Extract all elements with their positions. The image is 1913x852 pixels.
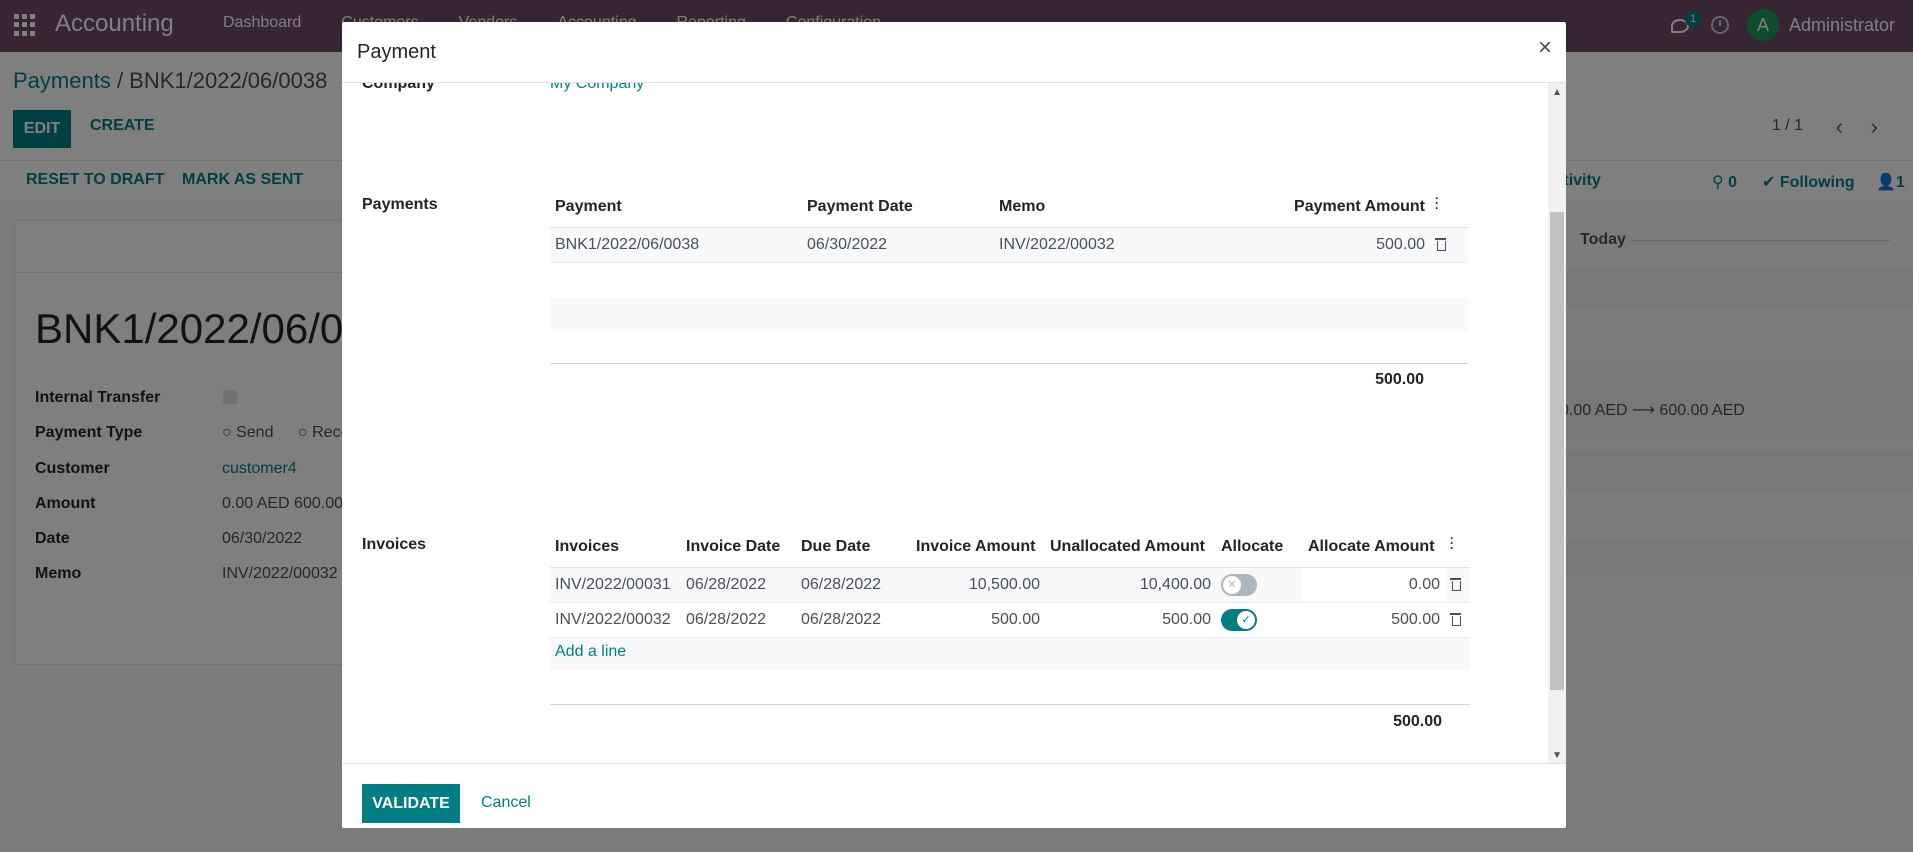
cancel-button[interactable]: Cancel: [481, 794, 531, 812]
allocate-amount-cell[interactable]: 0.00: [1303, 567, 1445, 603]
invoices-col-invoice[interactable]: Invoices: [550, 527, 681, 568]
invoices-col-due-date[interactable]: Due Date: [796, 527, 911, 568]
invoice-date-cell[interactable]: 06/28/2022: [681, 602, 796, 638]
payments-table: Payment Payment Date Memo Payment Amount…: [550, 187, 1468, 263]
unallocated-amount-cell[interactable]: 500.00: [1045, 602, 1216, 638]
invoices-col-allocate[interactable]: Allocate: [1216, 527, 1303, 568]
invoices-col-invoice-date[interactable]: Invoice Date: [681, 527, 796, 568]
invoices-table: Invoices Invoice Date Due Date Invoice A…: [550, 527, 1470, 638]
add-a-line-link[interactable]: Add a line: [555, 643, 626, 661]
invoice-amount-cell[interactable]: 10,500.00: [911, 567, 1045, 603]
checkmark-icon: ✓: [1237, 610, 1255, 629]
scrollbar[interactable]: ▲ ▼: [1548, 83, 1566, 763]
payment-amount-cell[interactable]: 500.00: [1226, 227, 1430, 263]
invoices-total: 500.00: [1393, 713, 1442, 730]
add-line-row: [550, 638, 1470, 670]
invoice-cell[interactable]: INV/2022/00032: [550, 602, 681, 638]
table-row[interactable]: BNK1/2022/06/0038 06/30/2022 INV/2022/00…: [550, 227, 1468, 263]
payments-header-row: Payment Payment Date Memo Payment Amount…: [550, 187, 1468, 228]
dialog-title: Payment: [357, 41, 436, 63]
invoice-cell[interactable]: INV/2022/00031: [550, 567, 681, 603]
payments-label: Payments: [362, 196, 438, 213]
company-link[interactable]: My Company: [550, 83, 644, 93]
payments-total: 500.00: [1375, 371, 1424, 388]
total-separator: [550, 363, 1468, 364]
payment-cell[interactable]: BNK1/2022/06/0038: [550, 227, 802, 263]
invoices-label: Invoices: [362, 536, 427, 553]
delete-row-icon[interactable]: [1430, 227, 1468, 263]
allocate-toggle[interactable]: ✕: [1221, 573, 1257, 596]
allocate-toggle[interactable]: ✓: [1221, 608, 1257, 631]
payment-dialog: Payment × Company My Company Payments Pa…: [342, 22, 1566, 828]
scroll-up-icon[interactable]: ▲: [1552, 87, 1562, 98]
empty-row: [550, 298, 1468, 331]
scrollbar-thumb[interactable]: [1550, 212, 1564, 690]
delete-row-icon[interactable]: [1445, 567, 1470, 603]
payments-col-memo[interactable]: Memo: [994, 187, 1226, 228]
scroll-down-icon[interactable]: ▼: [1552, 750, 1562, 761]
payments-col-amount[interactable]: Payment Amount: [1226, 187, 1430, 228]
total-separator: [550, 704, 1470, 705]
allocate-cell: ✓: [1216, 602, 1303, 638]
payment-date-cell[interactable]: 06/30/2022: [802, 227, 994, 263]
due-date-cell[interactable]: 06/28/2022: [796, 567, 911, 603]
toggle-off-icon: ✕: [1223, 575, 1241, 594]
allocate-amount-cell[interactable]: 500.00: [1303, 602, 1445, 638]
dialog-footer: VALIDATE Cancel: [342, 763, 1566, 828]
invoice-date-cell[interactable]: 06/28/2022: [681, 567, 796, 603]
table-row[interactable]: INV/2022/00032 06/28/2022 06/28/2022 500…: [550, 602, 1470, 638]
company-label: Company: [362, 83, 435, 92]
invoices-col-invoice-amount[interactable]: Invoice Amount: [911, 527, 1045, 568]
dialog-body: Company My Company Payments Payment Paym…: [342, 83, 1566, 763]
delete-row-icon[interactable]: [1445, 602, 1470, 638]
column-options-icon[interactable]: · · ·: [1445, 527, 1470, 568]
dialog-header: Payment ×: [342, 22, 1566, 83]
memo-cell[interactable]: INV/2022/00032: [994, 227, 1226, 263]
invoices-header-row: Invoices Invoice Date Due Date Invoice A…: [550, 527, 1470, 568]
table-row[interactable]: INV/2022/00031 06/28/2022 06/28/2022 10,…: [550, 567, 1470, 603]
allocate-cell: ✕: [1216, 567, 1303, 603]
invoices-col-unallocated[interactable]: Unallocated Amount: [1045, 527, 1216, 568]
due-date-cell[interactable]: 06/28/2022: [796, 602, 911, 638]
close-icon[interactable]: ×: [1538, 36, 1552, 60]
invoices-col-allocate-amount[interactable]: Allocate Amount: [1303, 527, 1445, 568]
validate-button[interactable]: VALIDATE: [362, 784, 460, 823]
unallocated-amount-cell[interactable]: 10,400.00: [1045, 567, 1216, 603]
payments-col-date[interactable]: Payment Date: [802, 187, 994, 228]
invoice-amount-cell[interactable]: 500.00: [911, 602, 1045, 638]
payments-col-payment[interactable]: Payment: [550, 187, 802, 228]
column-options-icon[interactable]: · · ·: [1430, 187, 1468, 228]
